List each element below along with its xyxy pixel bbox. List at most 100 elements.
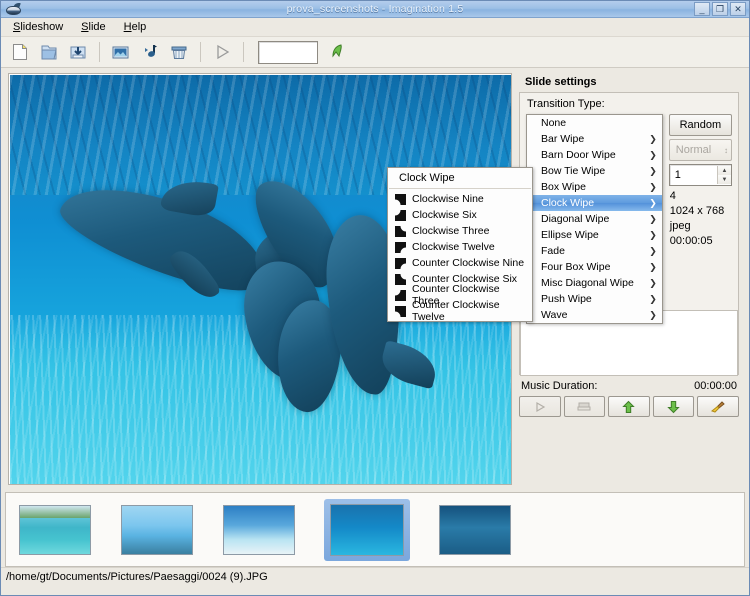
transition-item-ellipse-wipe[interactable]: Ellipse Wipe❯ xyxy=(527,227,662,243)
play-icon xyxy=(212,42,232,62)
clockwise-nine-icon xyxy=(394,193,407,206)
preview-button[interactable] xyxy=(209,40,235,64)
transition-type-label: Transition Type: xyxy=(527,98,732,110)
submenu-item-counter-clockwise-nine[interactable]: Counter Clockwise Nine xyxy=(388,255,532,271)
music-duration-row: Music Duration: 00:00:00 xyxy=(519,380,739,392)
spinner-down-icon[interactable]: ▼ xyxy=(718,175,731,184)
transition-item-box-wipe[interactable]: Box Wipe❯ xyxy=(527,179,662,195)
slide-info-value: 1024 x 768 xyxy=(670,204,732,219)
move-down-button[interactable] xyxy=(653,396,695,417)
chevron-right-icon: ❯ xyxy=(649,135,657,144)
import-slides-button[interactable] xyxy=(108,40,134,64)
submenu-item-counter-clockwise-twelve[interactable]: Counter Clockwise Twelve xyxy=(388,303,532,319)
transition-item-misc-diagonal-wipe[interactable]: Misc Diagonal Wipe❯ xyxy=(527,275,662,291)
window-title: prova_screenshots - Imagination 1.5 xyxy=(1,3,749,15)
new-slideshow-button[interactable] xyxy=(7,40,33,64)
minimize-button[interactable]: _ xyxy=(694,2,710,16)
slide-duration-spinner[interactable]: 1 ▲ ▼ xyxy=(669,164,732,186)
transition-item-label: Clock Wipe xyxy=(541,197,594,209)
transition-speed-value: Normal xyxy=(676,144,711,156)
submenu-item-label: Clockwise Six xyxy=(412,209,477,221)
music-duration-value: 00:00:00 xyxy=(694,380,737,392)
maximize-button[interactable]: ❐ xyxy=(712,2,728,16)
slide-info-value: jpeg xyxy=(670,219,732,234)
transition-speed-select[interactable]: Normal ↕ xyxy=(669,139,732,161)
thumbnail-image xyxy=(19,505,91,555)
submenu-item-label: Clockwise Three xyxy=(412,225,489,237)
menu-slideshow[interactable]: Slideshow xyxy=(5,19,71,35)
thumbnail-1[interactable] xyxy=(18,504,92,556)
transition-item-fade[interactable]: Fade ❯ xyxy=(527,243,662,259)
submenu-item-label: Clockwise Nine xyxy=(412,193,484,205)
thumbnail-4[interactable] xyxy=(324,499,410,561)
thumbnail-2[interactable] xyxy=(120,504,194,556)
transition-item-label: Misc Diagonal Wipe xyxy=(541,277,634,289)
random-button[interactable]: Random xyxy=(669,114,732,136)
clockwise-twelve-icon xyxy=(394,241,407,254)
clear-music-button[interactable] xyxy=(697,396,739,417)
green-up-arrow-icon xyxy=(621,400,636,414)
menu-slide-label: lide xyxy=(89,21,106,33)
open-slideshow-button[interactable] xyxy=(36,40,62,64)
transition-item-bow-tie-wipe[interactable]: Bow Tie Wipe❯ xyxy=(527,163,662,179)
menu-help[interactable]: Help xyxy=(116,19,155,35)
menu-slide[interactable]: Slide xyxy=(73,19,113,35)
delete-slide-button[interactable] xyxy=(166,40,192,64)
toolbar-separator-3 xyxy=(243,42,244,62)
stop-music-button[interactable] xyxy=(564,396,606,417)
title-bar: prova_screenshots - Imagination 1.5 _ ❐ … xyxy=(1,1,749,18)
thumbnail-image xyxy=(330,504,404,556)
move-up-button[interactable] xyxy=(608,396,650,417)
play-music-button[interactable] xyxy=(519,396,561,417)
spinner-up-icon[interactable]: ▲ xyxy=(718,166,731,175)
transition-item-label: Ellipse Wipe xyxy=(541,229,599,241)
transition-item-bar-wipe[interactable]: Bar Wipe❯ xyxy=(527,131,662,147)
transition-type-menu[interactable]: None Bar Wipe❯Barn Door Wipe❯Bow Tie Wipe… xyxy=(526,114,663,324)
thumbnail-5[interactable] xyxy=(438,504,512,556)
chevron-updown-icon: ↕ xyxy=(724,146,728,155)
transition-item-wave[interactable]: Wave❯ xyxy=(527,307,662,323)
slide-number-input[interactable] xyxy=(258,41,318,64)
counter-clockwise-six-icon xyxy=(394,273,407,286)
transition-item-label: Box Wipe xyxy=(541,181,586,193)
chevron-right-icon: ❯ xyxy=(649,263,657,272)
green-down-arrow-icon xyxy=(666,400,681,414)
transition-item-label: Diagonal Wipe xyxy=(541,213,609,225)
transition-item-four-box-wipe[interactable]: Four Box Wipe❯ xyxy=(527,259,662,275)
transition-item-push-wipe[interactable]: Push Wipe❯ xyxy=(527,291,662,307)
thumbnail-strip[interactable] xyxy=(5,492,745,567)
slide-settings-title: Slide settings xyxy=(519,74,739,92)
save-icon xyxy=(68,42,88,62)
transition-item-barn-door-wipe[interactable]: Barn Door Wipe❯ xyxy=(527,147,662,163)
submenu-item-clockwise-nine[interactable]: Clockwise Nine xyxy=(388,191,532,207)
clockwise-six-icon xyxy=(394,209,407,222)
submenu-item-clockwise-six[interactable]: Clockwise Six xyxy=(388,207,532,223)
submenu-item-clockwise-three[interactable]: Clockwise Three xyxy=(388,223,532,239)
transition-item-diagonal-wipe[interactable]: Diagonal Wipe❯ xyxy=(527,211,662,227)
menu-slideshow-label: lideshow xyxy=(20,21,63,33)
save-slideshow-button[interactable] xyxy=(65,40,91,64)
export-button[interactable] xyxy=(325,40,351,64)
import-music-button[interactable] xyxy=(137,40,163,64)
clockwise-three-icon xyxy=(394,225,407,238)
submenu-item-clockwise-twelve[interactable]: Clockwise Twelve xyxy=(388,239,532,255)
new-document-icon xyxy=(10,42,30,62)
thumbnail-3[interactable] xyxy=(222,504,296,556)
music-duration-label: Music Duration: xyxy=(521,380,597,392)
transition-item-none[interactable]: None xyxy=(527,115,662,131)
chevron-right-icon: ❯ xyxy=(649,199,657,208)
transition-item-label: None xyxy=(541,117,566,129)
transition-item-label: Fade xyxy=(541,245,565,257)
chevron-right-icon: ❯ xyxy=(649,247,657,256)
spinner-arrows[interactable]: ▲ ▼ xyxy=(717,166,731,184)
slide-info-value: 4 xyxy=(670,189,732,204)
close-button[interactable]: ✕ xyxy=(730,2,746,16)
broom-icon xyxy=(710,400,726,414)
counter-clockwise-nine-icon xyxy=(394,257,407,270)
transition-item-clock-wipe[interactable]: Clock Wipe ❯ xyxy=(527,195,662,211)
menu-bar: Slideshow Slide Help xyxy=(1,18,749,37)
toolbar-separator-2 xyxy=(200,42,201,62)
clock-wipe-submenu[interactable]: Clock Wipe Clockwise NineClockwise SixCl… xyxy=(387,167,533,322)
counter-clockwise-twelve-icon xyxy=(394,305,407,318)
toolbar-separator-1 xyxy=(99,42,100,62)
